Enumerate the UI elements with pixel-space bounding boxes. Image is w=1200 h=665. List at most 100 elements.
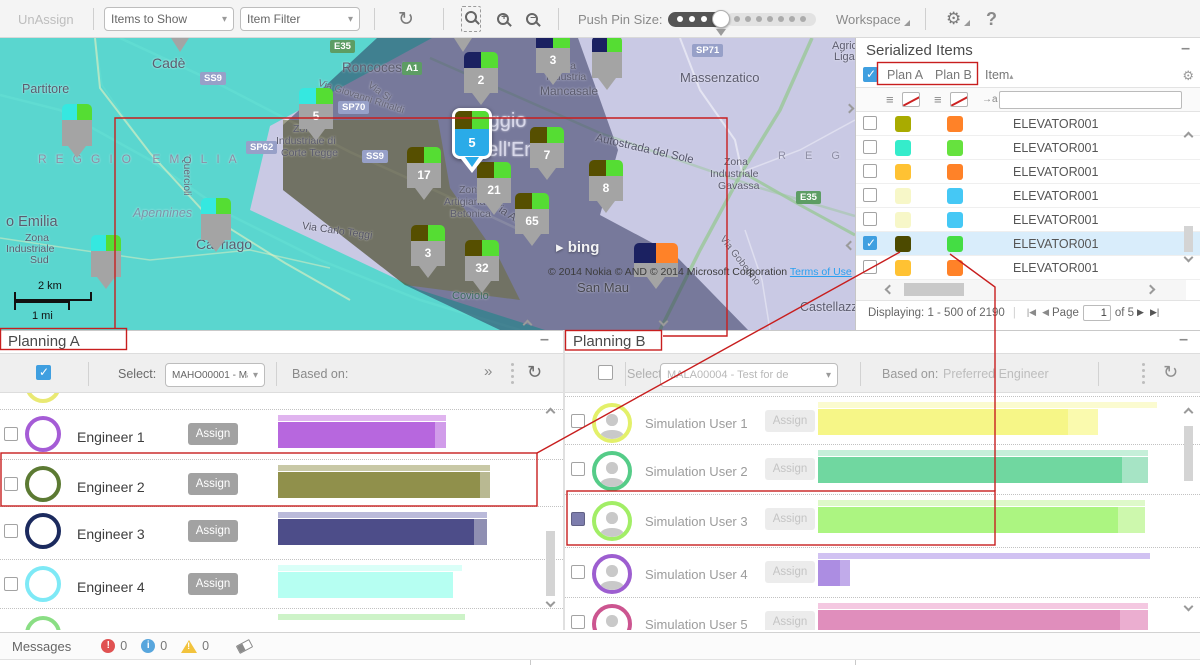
row-checkbox[interactable] bbox=[863, 212, 877, 226]
text-filter-icon[interactable]: →a bbox=[982, 94, 998, 105]
filter-menu-icon[interactable]: ≡ bbox=[934, 92, 942, 107]
map-pin[interactable] bbox=[91, 235, 121, 289]
engineer-row-2[interactable]: Engineer 2Assign bbox=[0, 459, 563, 506]
serialized-row-3[interactable]: ELEVATOR001 bbox=[856, 160, 1200, 184]
row-checkbox[interactable] bbox=[571, 462, 585, 476]
select-all-checkbox[interactable] bbox=[863, 67, 878, 82]
engineer-row-5[interactable] bbox=[0, 608, 563, 630]
row-checkbox[interactable] bbox=[863, 236, 877, 250]
row-checkbox[interactable] bbox=[571, 414, 585, 428]
row-checkbox[interactable] bbox=[863, 188, 877, 202]
refresh-icon[interactable]: ↻ bbox=[527, 362, 542, 383]
plan-a-swatch[interactable] bbox=[895, 140, 911, 156]
map-pin-5[interactable]: 5 bbox=[299, 88, 333, 141]
scrollbar-thumb[interactable] bbox=[546, 531, 555, 596]
plan-b-swatch[interactable] bbox=[947, 116, 963, 132]
prev-page-icon[interactable]: ◀ bbox=[1042, 307, 1049, 318]
hscrollbar-thumb[interactable] bbox=[904, 283, 964, 296]
map-pin-pointer[interactable] bbox=[454, 38, 472, 52]
row-checkbox[interactable] bbox=[863, 260, 877, 274]
workspace-menu[interactable]: Workspace bbox=[836, 0, 910, 38]
sim-user-row-2[interactable]: Simulation User 2Assign bbox=[565, 444, 1200, 494]
engineer-row-1[interactable]: Engineer 1Assign bbox=[0, 409, 563, 459]
column-plan-b[interactable]: Plan B bbox=[935, 68, 972, 82]
clear-messages-icon[interactable] bbox=[236, 639, 253, 654]
assign-button[interactable]: Assign bbox=[765, 410, 815, 432]
gear-icon[interactable]: ⚙ bbox=[1182, 68, 1194, 84]
sim-user-row-3[interactable]: Simulation User 3Assign bbox=[565, 494, 1200, 547]
map-pin[interactable] bbox=[592, 38, 622, 90]
map-pin-17[interactable]: 17 bbox=[407, 147, 441, 200]
page-number-input[interactable] bbox=[1083, 305, 1111, 321]
next-page-icon[interactable]: ▶ bbox=[1137, 307, 1144, 318]
plan-b-swatch[interactable] bbox=[947, 188, 963, 204]
serialized-row-4[interactable]: ELEVATOR001 bbox=[856, 184, 1200, 208]
map-pin-pointer[interactable] bbox=[171, 38, 189, 52]
drag-handle-dots[interactable] bbox=[1142, 363, 1145, 366]
row-checkbox[interactable] bbox=[4, 577, 18, 591]
map-pin-5[interactable]: 5 bbox=[452, 108, 492, 169]
assign-button[interactable]: Assign bbox=[188, 520, 238, 542]
map-pin-3[interactable]: 3 bbox=[536, 38, 570, 85]
minimize-button[interactable]: – bbox=[1181, 40, 1190, 58]
assign-button[interactable]: Assign bbox=[188, 573, 238, 595]
map-pin-3[interactable]: 3 bbox=[411, 225, 445, 278]
slider-thumb[interactable] bbox=[712, 10, 730, 28]
terms-of-use-link[interactable]: Terms of Use bbox=[790, 266, 852, 278]
plan-a-swatch[interactable] bbox=[895, 212, 911, 228]
serialized-row-7[interactable]: ELEVATOR001 bbox=[856, 256, 1200, 280]
select-all-engineers-checkbox[interactable] bbox=[36, 365, 51, 380]
plan-b-swatch[interactable] bbox=[947, 164, 963, 180]
plan-a-swatch[interactable] bbox=[895, 236, 911, 252]
assign-button[interactable]: Assign bbox=[765, 561, 815, 583]
assign-button[interactable]: Assign bbox=[765, 508, 815, 530]
row-checkbox[interactable] bbox=[863, 140, 877, 154]
map-pin-7[interactable]: 7 bbox=[530, 127, 564, 180]
minimize-button[interactable]: – bbox=[1179, 331, 1188, 349]
plan-b-swatch[interactable] bbox=[947, 212, 963, 228]
plan-a-swatch[interactable] bbox=[895, 260, 911, 276]
plan-a-swatch[interactable] bbox=[895, 188, 911, 204]
engineer-row-3[interactable]: Engineer 3Assign bbox=[0, 506, 563, 559]
settings-menu[interactable]: ⚙ bbox=[946, 0, 970, 38]
select-all-users-checkbox[interactable] bbox=[598, 365, 613, 380]
sim-user-row-1[interactable]: Simulation User 1Assign bbox=[565, 396, 1200, 444]
items-to-show-dropdown[interactable]: Items to Show ▾ bbox=[104, 7, 234, 31]
sim-user-row-5[interactable]: Simulation User 5Assign bbox=[565, 597, 1200, 630]
zoom-out-button[interactable]: – bbox=[526, 0, 538, 38]
zoom-to-fit-button[interactable] bbox=[461, 0, 481, 38]
assign-button[interactable]: Assign bbox=[188, 423, 238, 445]
scrollbar-thumb[interactable] bbox=[1184, 426, 1193, 481]
plan-b-swatch[interactable] bbox=[947, 236, 963, 252]
row-checkbox[interactable] bbox=[571, 512, 585, 526]
column-plan-a[interactable]: Plan A bbox=[887, 68, 923, 82]
minimize-button[interactable]: – bbox=[540, 331, 549, 349]
map-pin-8[interactable]: 8 bbox=[589, 160, 623, 213]
more-options-chevrons[interactable]: » bbox=[484, 363, 492, 380]
row-checkbox[interactable] bbox=[4, 524, 18, 538]
color-filter-clear-icon-a[interactable] bbox=[902, 92, 920, 107]
plan-b-swatch[interactable] bbox=[947, 140, 963, 156]
drag-handle-dots[interactable] bbox=[511, 363, 514, 366]
item-filter-input[interactable] bbox=[999, 91, 1182, 109]
row-checkbox[interactable] bbox=[571, 615, 585, 629]
plan-b-swatch[interactable] bbox=[947, 260, 963, 276]
serialized-row-2[interactable]: ELEVATOR001 bbox=[856, 136, 1200, 160]
help-button[interactable]: ? bbox=[986, 0, 997, 38]
scroll-right-icon[interactable] bbox=[1146, 285, 1156, 295]
serialized-row-5[interactable]: ELEVATOR001 bbox=[856, 208, 1200, 232]
item-filter-dropdown[interactable]: Item Filter ▾ bbox=[240, 7, 360, 31]
refresh-icon[interactable]: ↻ bbox=[1163, 362, 1178, 383]
map-pin-2[interactable]: 2 bbox=[464, 52, 498, 105]
row-checkbox[interactable] bbox=[571, 565, 585, 579]
push-pin-size-slider[interactable] bbox=[668, 0, 818, 38]
row-checkbox[interactable] bbox=[4, 427, 18, 441]
plan-a-swatch[interactable] bbox=[895, 164, 911, 180]
serialized-row-6[interactable]: ELEVATOR001 bbox=[856, 232, 1200, 256]
sim-user-row-4[interactable]: Simulation User 4Assign bbox=[565, 547, 1200, 597]
map-pin[interactable] bbox=[201, 198, 231, 252]
assign-button[interactable]: Assign bbox=[765, 611, 815, 630]
map-refresh-button[interactable]: ↻ bbox=[398, 0, 414, 38]
assign-button[interactable]: Assign bbox=[765, 458, 815, 480]
unassign-button[interactable]: UnAssign bbox=[18, 0, 74, 38]
